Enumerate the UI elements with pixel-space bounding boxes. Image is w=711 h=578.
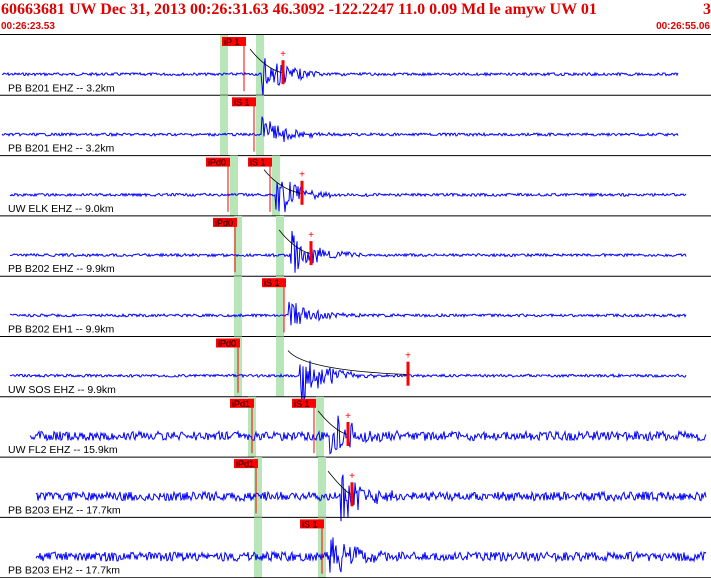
waveform	[35, 537, 707, 573]
trace-row: + iPd1 PB B203 EHZ -- 17.7km	[0, 457, 711, 522]
trace-row: + iPd1 iS 1 UW FL2 EHZ -- 15.9km	[0, 396, 711, 458]
waveform	[29, 415, 707, 455]
coda-curve	[249, 48, 284, 74]
pick-window	[316, 396, 324, 458]
pick-window	[254, 517, 262, 578]
station-label: UW FL2 EHZ -- 15.9km	[8, 444, 118, 456]
trace-row: iS 1 PB B201 EH2 -- 3.2km	[0, 95, 711, 157]
pick-window	[234, 276, 242, 337]
amplitude-plus: +	[345, 411, 351, 422]
amplitude-plus: +	[405, 351, 411, 362]
station-label: PB B203 EH2 -- 17.7km	[8, 565, 120, 577]
amplitude-plus: +	[280, 49, 286, 60]
station-label: PB B202 EH1 -- 9.9km	[8, 324, 114, 336]
trace-row: + iP 1 PB B201 EHZ -- 3.2km	[0, 35, 711, 98]
trace-row: + iPd0 PB B202 EHZ -- 9.9km	[0, 215, 711, 277]
pick-label: iPd0	[215, 218, 233, 228]
trace-row: + iPd0 iS 1 UW ELK EHZ -- 9.0km	[0, 155, 711, 217]
seismogram-plot: + iP 1 PB B201 EHZ -- 3.2km iS 1 PB B201 EH2…	[0, 34, 711, 578]
waveform	[1, 116, 679, 143]
pick-window	[220, 95, 228, 156]
trace-row: iS 1 PB B203 EH2 -- 17.7km	[0, 517, 711, 578]
pick-label: iS 1	[250, 158, 266, 168]
amplitude-plus: +	[349, 471, 355, 482]
trace-row: iS 1 PB B202 EH1 -- 9.9km	[0, 276, 711, 337]
station-label: UW SOS EHZ -- 9.9km	[8, 384, 116, 396]
station-label: UW ELK EHZ -- 9.0km	[8, 203, 114, 215]
station-label: PB B202 EHZ -- 9.9km	[8, 263, 115, 275]
pick-label: iPd0	[218, 339, 236, 349]
pick-window	[256, 95, 264, 156]
pick-label: iPd0	[208, 158, 226, 168]
amplitude-plus: +	[308, 230, 314, 241]
station-label: PB B203 EHZ -- 17.7km	[8, 504, 121, 516]
pick-label: iPd1	[236, 459, 254, 469]
amplitude-plus: +	[299, 170, 305, 181]
pick-window	[276, 336, 284, 397]
waveform	[9, 301, 687, 326]
pick-label: iS 1	[302, 519, 318, 529]
pick-label: iS 1	[294, 399, 310, 409]
waveform	[35, 474, 707, 522]
pick-window	[276, 215, 284, 277]
pick-label: iPd1	[232, 399, 250, 409]
pick-window	[256, 35, 264, 96]
pick-label: iS 1	[264, 278, 280, 288]
station-label: PB B201 EH2 -- 3.2km	[8, 143, 114, 155]
station-label: PB B201 EHZ -- 3.2km	[8, 82, 115, 94]
pick-window	[230, 155, 238, 216]
pick-label: iS 1	[234, 97, 250, 107]
pick-window	[318, 457, 326, 518]
trace-row: + iPd0 UW SOS EHZ -- 9.9km	[0, 336, 711, 404]
pick-label: iP 1	[224, 37, 239, 47]
